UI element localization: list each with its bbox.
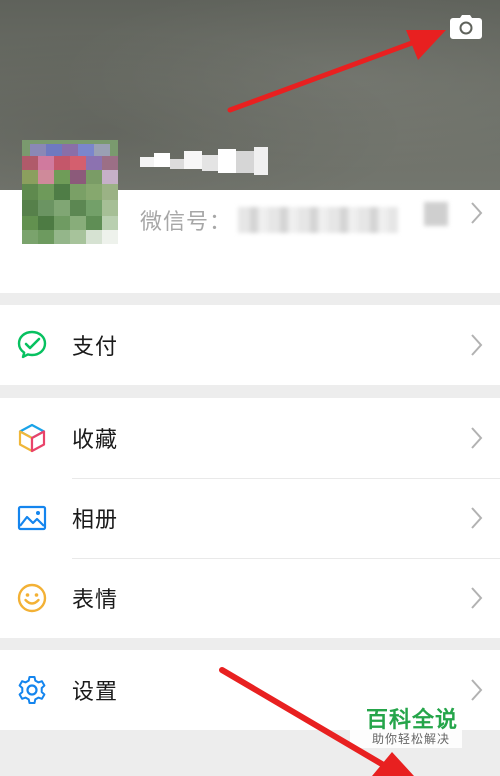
menu-item-stickers[interactable]: 表情	[0, 558, 500, 638]
menu-item-stickers-label: 表情	[72, 588, 119, 613]
menu-item-album-label: 相册	[72, 508, 119, 533]
wechat-pay-icon	[17, 330, 47, 359]
gear-icon	[18, 676, 46, 704]
avatar-pixelated	[22, 140, 118, 244]
camera-icon	[450, 15, 482, 39]
wechat-id-row: 微信号：	[140, 203, 399, 237]
menu-item-pay[interactable]: 支付	[0, 305, 500, 385]
change-cover-camera-button[interactable]	[446, 10, 486, 44]
wechat-id-label: 微信号：	[140, 210, 233, 235]
chevron-right-icon	[471, 507, 483, 529]
watermark: 百科全说 助你轻松解决	[350, 700, 462, 748]
watermark-subtitle: 助你轻松解决	[372, 732, 451, 746]
menu-item-album[interactable]: 相册	[0, 478, 500, 558]
wechat-id-blurred	[238, 207, 399, 233]
qr-code-icon[interactable]	[424, 202, 448, 226]
smiley-icon	[17, 583, 47, 613]
menu-item-favorites-label: 收藏	[72, 428, 119, 453]
favorites-cube-icon	[18, 423, 46, 453]
menu-item-favorites[interactable]: 收藏	[0, 398, 500, 478]
chevron-right-icon	[471, 202, 483, 224]
nickname-pixelated	[140, 147, 268, 175]
nickname-blurred	[140, 145, 270, 185]
chevron-right-icon	[471, 427, 483, 449]
avatar[interactable]	[22, 140, 118, 244]
chevron-right-icon	[471, 679, 483, 701]
menu-item-settings-label: 设置	[72, 680, 119, 705]
chevron-right-icon	[471, 334, 483, 356]
chevron-right-icon	[471, 587, 483, 609]
menu-item-pay-label: 支付	[72, 335, 119, 360]
album-image-icon	[17, 505, 47, 531]
